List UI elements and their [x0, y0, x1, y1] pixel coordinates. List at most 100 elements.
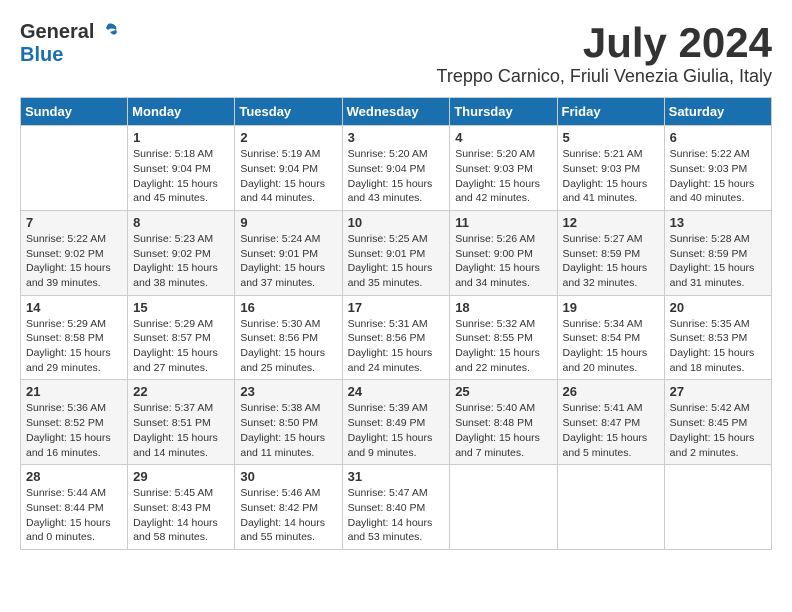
day-info: Sunrise: 5:34 AMSunset: 8:54 PMDaylight:… — [563, 317, 659, 376]
calendar-cell — [664, 465, 771, 550]
location-text: Treppo Carnico, Friuli Venezia Giulia, I… — [437, 66, 772, 87]
day-info: Sunrise: 5:38 AMSunset: 8:50 PMDaylight:… — [240, 401, 336, 460]
calendar-week-row: 21Sunrise: 5:36 AMSunset: 8:52 PMDayligh… — [21, 380, 772, 465]
day-number: 11 — [455, 215, 551, 230]
calendar-cell — [21, 126, 128, 211]
day-number: 9 — [240, 215, 336, 230]
day-number: 24 — [348, 384, 445, 399]
day-info: Sunrise: 5:47 AMSunset: 8:40 PMDaylight:… — [348, 486, 445, 545]
calendar-cell: 19 Sunrise: 5:34 AMSunset: 8:54 PMDayligh… — [557, 295, 664, 380]
day-info: Sunrise: 5:22 AMSunset: 9:02 PMDaylight:… — [26, 232, 122, 291]
calendar-cell: 13 Sunrise: 5:28 AMSunset: 8:59 PMDayligh… — [664, 210, 771, 295]
calendar-table: SundayMondayTuesdayWednesdayThursdayFrid… — [20, 97, 772, 550]
calendar-week-row: 14 Sunrise: 5:29 AMSunset: 8:58 PMDayligh… — [21, 295, 772, 380]
day-number: 27 — [670, 384, 766, 399]
weekday-header-tuesday: Tuesday — [235, 98, 342, 126]
day-info: Sunrise: 5:29 AMSunset: 8:57 PMDaylight:… — [133, 317, 229, 376]
calendar-cell — [450, 465, 557, 550]
day-number: 25 — [455, 384, 551, 399]
calendar-cell: 14 Sunrise: 5:29 AMSunset: 8:58 PMDayligh… — [21, 295, 128, 380]
calendar-cell: 21Sunrise: 5:36 AMSunset: 8:52 PMDayligh… — [21, 380, 128, 465]
day-info: Sunrise: 5:18 AMSunset: 9:04 PMDaylight:… — [133, 147, 229, 206]
day-info: Sunrise: 5:40 AMSunset: 8:48 PMDaylight:… — [455, 401, 551, 460]
day-number: 31 — [348, 469, 445, 484]
calendar-cell: 3 Sunrise: 5:20 AMSunset: 9:04 PMDaylight… — [342, 126, 450, 211]
day-number: 18 — [455, 300, 551, 315]
day-info: Sunrise: 5:29 AMSunset: 8:58 PMDaylight:… — [26, 317, 122, 376]
calendar-cell: 12 Sunrise: 5:27 AMSunset: 8:59 PMDayligh… — [557, 210, 664, 295]
day-info: Sunrise: 5:32 AMSunset: 8:55 PMDaylight:… — [455, 317, 551, 376]
calendar-cell: 22 Sunrise: 5:37 AMSunset: 8:51 PMDayligh… — [128, 380, 235, 465]
day-info: Sunrise: 5:20 AMSunset: 9:03 PMDaylight:… — [455, 147, 551, 206]
day-number: 22 — [133, 384, 229, 399]
day-info: Sunrise: 5:37 AMSunset: 8:51 PMDaylight:… — [133, 401, 229, 460]
logo-blue-text: Blue — [20, 44, 63, 67]
calendar-cell: 17Sunrise: 5:31 AMSunset: 8:56 PMDayligh… — [342, 295, 450, 380]
day-info: Sunrise: 5:22 AMSunset: 9:03 PMDaylight:… — [670, 147, 766, 206]
day-info: Sunrise: 5:19 AMSunset: 9:04 PMDaylight:… — [240, 147, 336, 206]
day-info: Sunrise: 5:23 AMSunset: 9:02 PMDaylight:… — [133, 232, 229, 291]
day-info: Sunrise: 5:25 AMSunset: 9:01 PMDaylight:… — [348, 232, 445, 291]
day-number: 4 — [455, 130, 551, 145]
day-info: Sunrise: 5:42 AMSunset: 8:45 PMDaylight:… — [670, 401, 766, 460]
day-number: 12 — [563, 215, 659, 230]
day-info: Sunrise: 5:28 AMSunset: 8:59 PMDaylight:… — [670, 232, 766, 291]
day-number: 13 — [670, 215, 766, 230]
calendar-cell — [557, 465, 664, 550]
calendar-cell: 16 Sunrise: 5:30 AMSunset: 8:56 PMDayligh… — [235, 295, 342, 380]
day-number: 30 — [240, 469, 336, 484]
day-number: 8 — [133, 215, 229, 230]
day-number: 23 — [240, 384, 336, 399]
calendar-header-row: SundayMondayTuesdayWednesdayThursdayFrid… — [21, 98, 772, 126]
calendar-cell: 11 Sunrise: 5:26 AMSunset: 9:00 PMDayligh… — [450, 210, 557, 295]
calendar-cell: 28 Sunrise: 5:44 AMSunset: 8:44 PMDayligh… — [21, 465, 128, 550]
weekday-header-saturday: Saturday — [664, 98, 771, 126]
calendar-cell: 15 Sunrise: 5:29 AMSunset: 8:57 PMDayligh… — [128, 295, 235, 380]
day-info: Sunrise: 5:20 AMSunset: 9:04 PMDaylight:… — [348, 147, 445, 206]
calendar-cell: 1 Sunrise: 5:18 AMSunset: 9:04 PMDaylight… — [128, 126, 235, 211]
day-number: 3 — [348, 130, 445, 145]
day-info: Sunrise: 5:30 AMSunset: 8:56 PMDaylight:… — [240, 317, 336, 376]
calendar-week-row: 1 Sunrise: 5:18 AMSunset: 9:04 PMDaylight… — [21, 126, 772, 211]
calendar-cell: 27 Sunrise: 5:42 AMSunset: 8:45 PMDayligh… — [664, 380, 771, 465]
calendar-cell: 31 Sunrise: 5:47 AMSunset: 8:40 PMDayligh… — [342, 465, 450, 550]
logo-bird-icon — [96, 20, 120, 44]
logo-general-text: General — [20, 21, 94, 44]
weekday-header-thursday: Thursday — [450, 98, 557, 126]
calendar-cell: 7 Sunrise: 5:22 AMSunset: 9:02 PMDaylight… — [21, 210, 128, 295]
day-info: Sunrise: 5:39 AMSunset: 8:49 PMDaylight:… — [348, 401, 445, 460]
calendar-cell: 9 Sunrise: 5:24 AMSunset: 9:01 PMDaylight… — [235, 210, 342, 295]
calendar-cell: 24 Sunrise: 5:39 AMSunset: 8:49 PMDayligh… — [342, 380, 450, 465]
day-info: Sunrise: 5:24 AMSunset: 9:01 PMDaylight:… — [240, 232, 336, 291]
day-number: 20 — [670, 300, 766, 315]
month-year-title: July 2024 — [437, 20, 772, 66]
calendar-cell: 30Sunrise: 5:46 AMSunset: 8:42 PMDayligh… — [235, 465, 342, 550]
day-number: 14 — [26, 300, 122, 315]
day-number: 6 — [670, 130, 766, 145]
calendar-cell: 29Sunrise: 5:45 AMSunset: 8:43 PMDayligh… — [128, 465, 235, 550]
calendar-cell: 5Sunrise: 5:21 AMSunset: 9:03 PMDaylight… — [557, 126, 664, 211]
day-number: 28 — [26, 469, 122, 484]
weekday-header-friday: Friday — [557, 98, 664, 126]
day-number: 15 — [133, 300, 229, 315]
day-number: 21 — [26, 384, 122, 399]
day-number: 26 — [563, 384, 659, 399]
day-info: Sunrise: 5:27 AMSunset: 8:59 PMDaylight:… — [563, 232, 659, 291]
calendar-cell: 26 Sunrise: 5:41 AMSunset: 8:47 PMDayligh… — [557, 380, 664, 465]
day-number: 7 — [26, 215, 122, 230]
calendar-cell: 25 Sunrise: 5:40 AMSunset: 8:48 PMDayligh… — [450, 380, 557, 465]
day-number: 16 — [240, 300, 336, 315]
day-number: 10 — [348, 215, 445, 230]
day-number: 19 — [563, 300, 659, 315]
calendar-cell: 8 Sunrise: 5:23 AMSunset: 9:02 PMDaylight… — [128, 210, 235, 295]
calendar-cell: 18 Sunrise: 5:32 AMSunset: 8:55 PMDayligh… — [450, 295, 557, 380]
calendar-cell: 4 Sunrise: 5:20 AMSunset: 9:03 PMDaylight… — [450, 126, 557, 211]
day-info: Sunrise: 5:31 AMSunset: 8:56 PMDaylight:… — [348, 317, 445, 376]
day-number: 5 — [563, 130, 659, 145]
day-number: 1 — [133, 130, 229, 145]
day-number: 2 — [240, 130, 336, 145]
day-info: Sunrise: 5:41 AMSunset: 8:47 PMDaylight:… — [563, 401, 659, 460]
calendar-cell: 10 Sunrise: 5:25 AMSunset: 9:01 PMDayligh… — [342, 210, 450, 295]
day-info: Sunrise: 5:26 AMSunset: 9:00 PMDaylight:… — [455, 232, 551, 291]
day-info: Sunrise: 5:44 AMSunset: 8:44 PMDaylight:… — [26, 486, 122, 545]
